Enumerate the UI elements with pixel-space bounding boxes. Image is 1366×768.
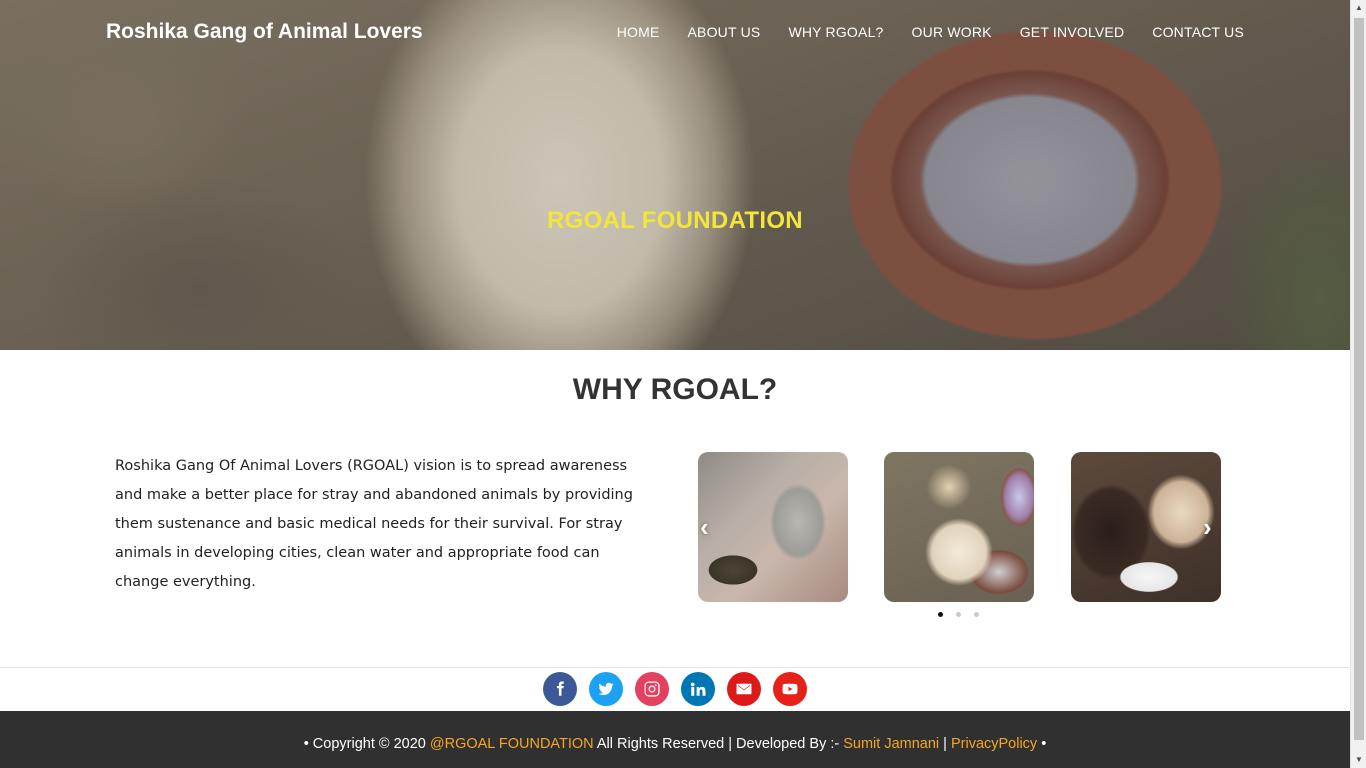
divider <box>0 667 1350 668</box>
footer-developer-link[interactable]: Sumit Jamnani <box>843 736 939 752</box>
carousel-image-goat-eating <box>698 452 848 602</box>
instagram-icon[interactable] <box>635 672 669 706</box>
carousel-dot-3[interactable] <box>974 612 979 617</box>
footer: • Copyright © 2020 @RGOAL FOUNDATION All… <box>0 711 1350 768</box>
scroll-thumb[interactable] <box>1354 18 1364 740</box>
scroll-up-icon[interactable]: ▲ <box>1351 0 1366 16</box>
section-heading: WHY RGOAL? <box>572 373 778 406</box>
nav-home[interactable]: HOME <box>617 24 660 40</box>
chevron-left-icon[interactable]: ‹ <box>700 512 709 542</box>
footer-separator: | <box>939 736 951 752</box>
social-links <box>543 672 807 706</box>
footer-org-link[interactable]: @RGOAL FOUNDATION <box>430 736 594 752</box>
carousel-dot-1[interactable] <box>938 612 943 617</box>
image-carousel <box>698 452 1221 602</box>
footer-suffix: • <box>1037 736 1047 752</box>
footer-rights-text: All Rights Reserved | Developed By :- <box>593 736 844 752</box>
nav-menu: HOME ABOUT US WHY RGOAL? OUR WORK GET IN… <box>589 24 1244 40</box>
carousel-image-puppies-drinking <box>884 452 1034 602</box>
nav-contact-us[interactable]: CONTACT US <box>1152 24 1244 40</box>
linkedin-icon[interactable] <box>681 672 715 706</box>
footer-copyright-prefix: • Copyright © 2020 <box>303 736 430 752</box>
scroll-down-icon[interactable]: ▼ <box>1351 752 1366 768</box>
carousel-image-dogs-feeding <box>1071 452 1221 602</box>
page-scrollbar[interactable]: ▲ ▼ <box>1350 0 1366 768</box>
nav-about-us[interactable]: ABOUT US <box>688 24 761 40</box>
chevron-right-icon[interactable]: › <box>1203 512 1212 542</box>
brand-name[interactable]: Roshika Gang of Animal Lovers <box>106 20 423 44</box>
nav-get-involved[interactable]: GET INVOLVED <box>1020 24 1125 40</box>
why-description: Roshika Gang Of Animal Lovers (RGOAL) vi… <box>115 458 633 590</box>
hero-title: RGOAL FOUNDATION <box>547 207 803 234</box>
navbar: Roshika Gang of Animal Lovers HOME ABOUT… <box>0 0 1350 64</box>
facebook-icon[interactable] <box>543 672 577 706</box>
nav-our-work[interactable]: OUR WORK <box>912 24 992 40</box>
footer-privacy-link[interactable]: PrivacyPolicy <box>951 736 1037 752</box>
carousel-dot-2[interactable] <box>956 612 961 617</box>
email-icon[interactable] <box>727 672 761 706</box>
nav-why-rgoal[interactable]: WHY RGOAL? <box>788 24 883 40</box>
carousel-dots <box>938 612 979 617</box>
twitter-icon[interactable] <box>589 672 623 706</box>
youtube-icon[interactable] <box>773 672 807 706</box>
